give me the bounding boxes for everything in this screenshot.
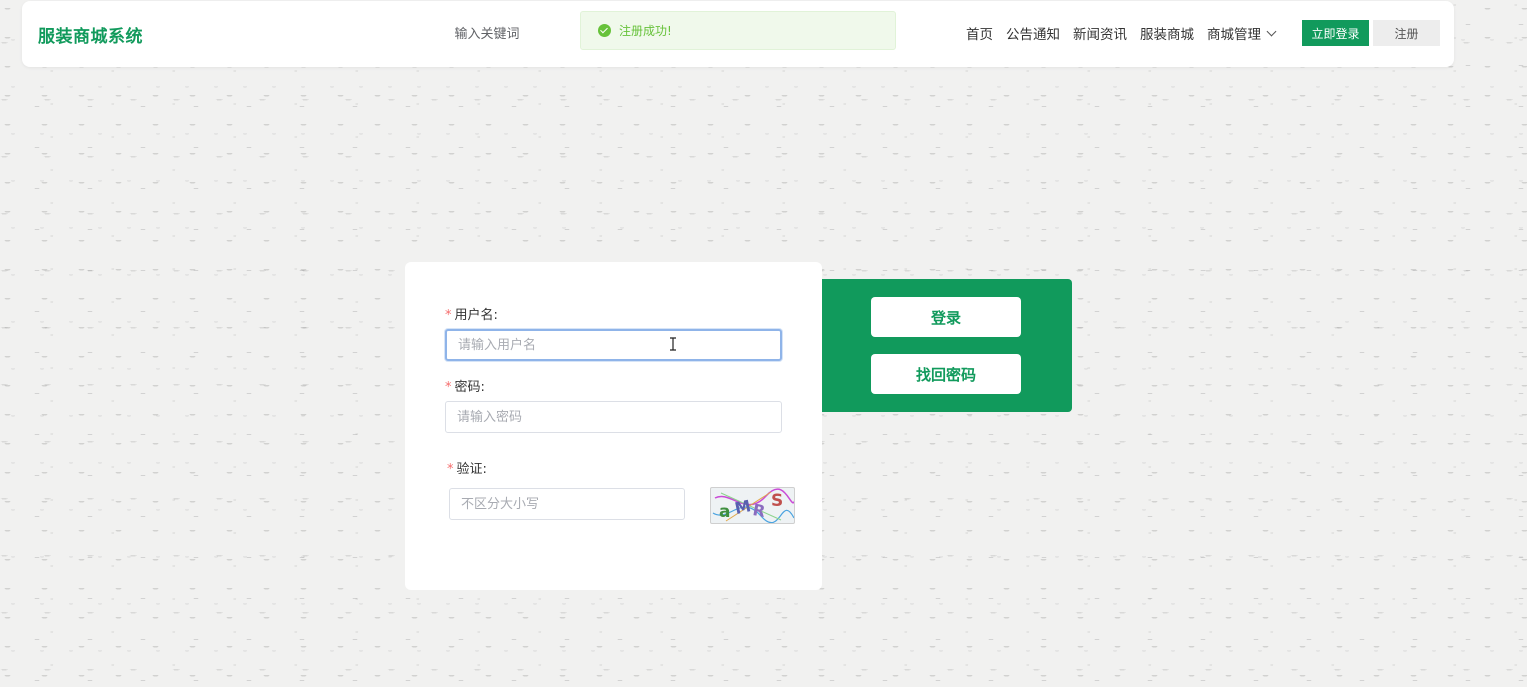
login-now-button[interactable]: 立即登录 — [1302, 20, 1369, 46]
captcha-field[interactable] — [449, 488, 685, 520]
site-logo[interactable]: 服装商城系统 — [38, 22, 143, 47]
required-mark: * — [445, 380, 452, 395]
captcha-label: * 验证: — [447, 462, 487, 477]
main-nav: 首页 公告通知 新闻资讯 服装商城 商城管理 — [966, 23, 1277, 43]
action-panel: 登录 找回密码 — [810, 279, 1072, 412]
captcha-image[interactable]: a M R S — [710, 487, 795, 524]
required-mark: * — [447, 462, 454, 477]
required-mark: * — [445, 308, 452, 323]
captcha-char: S — [771, 491, 783, 511]
nav-item-shop[interactable]: 服装商城 — [1140, 23, 1194, 43]
captcha-graphic: a M R S — [712, 488, 794, 523]
toast-message: 注册成功! — [619, 24, 672, 38]
captcha-char: M — [733, 496, 753, 518]
login-button[interactable]: 登录 — [871, 297, 1021, 337]
chevron-down-icon — [1266, 26, 1277, 36]
captcha-char: a — [719, 502, 730, 522]
nav-item-home[interactable]: 首页 — [966, 23, 993, 43]
search-input[interactable] — [417, 21, 557, 47]
recover-password-button[interactable]: 找回密码 — [871, 354, 1021, 394]
nav-item-news[interactable]: 新闻资讯 — [1073, 23, 1127, 43]
nav-item-notices[interactable]: 公告通知 — [1006, 23, 1060, 43]
username-field[interactable] — [445, 329, 782, 361]
text-cursor-icon — [670, 337, 676, 351]
success-check-icon — [598, 24, 611, 37]
captcha-char: R — [751, 500, 766, 521]
nav-item-shop-manage[interactable]: 商城管理 — [1207, 23, 1277, 43]
register-button[interactable]: 注册 — [1373, 20, 1440, 46]
success-toast: 注册成功! — [580, 11, 896, 50]
password-label: * 密码: — [445, 380, 485, 395]
login-form-card: *用户名: *密码: *验证: a M R S — [405, 262, 822, 590]
username-label: * 用户名: — [445, 308, 498, 323]
password-field[interactable] — [445, 401, 782, 433]
